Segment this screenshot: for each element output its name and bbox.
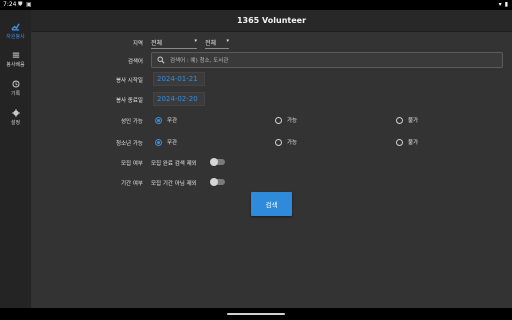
status-time: 7:24 xyxy=(3,1,17,8)
period-toggle[interactable] xyxy=(210,177,225,186)
start-date-label: 봉사 시작일 xyxy=(115,78,143,84)
search-button[interactable]: 검색 xyxy=(251,192,292,216)
nav-item-label: 설정 xyxy=(10,120,21,126)
end-date-label: 봉사 종료일 xyxy=(115,98,143,104)
nav-item-volunteer[interactable]: 자원봉사 xyxy=(0,22,31,40)
youth-radio-possible[interactable]: 가능 xyxy=(275,138,297,146)
nav-item-label: 봉사배움 xyxy=(6,62,25,68)
radio-indicator xyxy=(275,138,282,146)
nav-item-settings[interactable]: 설정 xyxy=(0,109,31,126)
radio-indicator xyxy=(155,138,162,146)
radio-label: 무관 xyxy=(167,140,178,146)
adult-radio-possible[interactable]: 가능 xyxy=(275,116,297,124)
end-date-field[interactable]: 2024-02-20 xyxy=(153,92,205,106)
radio-label: 불가 xyxy=(408,140,419,146)
home-handle[interactable] xyxy=(227,313,285,315)
search-form: 지역 전체 ▾ 전체 ▾ 검색어 봉사 시작일 2024-01-21 봉사 종료… xyxy=(31,32,512,308)
chevron-down-icon: ▾ xyxy=(194,38,197,44)
radio-label: 무관 xyxy=(167,118,178,124)
chevron-down-icon: ▾ xyxy=(226,38,229,44)
volunteer-icon xyxy=(11,23,20,31)
start-date-field[interactable]: 2024-01-21 xyxy=(153,72,205,86)
toggle-knob xyxy=(210,177,218,186)
keyword-label: 검색어 xyxy=(127,59,143,65)
radio-label: 불가 xyxy=(408,118,419,124)
shield-icon: ⛊ xyxy=(18,1,23,8)
recruit-status-label: 모집 여부 xyxy=(121,161,143,167)
nav-item-label: 자원봉사 xyxy=(6,34,25,40)
adult-allowed-label: 성인 가능 xyxy=(121,119,143,125)
radio-indicator xyxy=(275,116,282,124)
region-label: 지역 xyxy=(132,41,143,47)
recruit-toggle[interactable] xyxy=(210,157,225,166)
search-icon xyxy=(157,56,165,64)
sidebar: 자원봉사 봉사배움 기록 설정 xyxy=(0,10,31,308)
keyword-input[interactable] xyxy=(170,55,490,66)
system-nav-bar xyxy=(0,308,512,320)
gear-icon xyxy=(11,109,20,117)
region-select-secondary[interactable]: 전체 ▾ xyxy=(205,38,229,49)
app-title: 1365 Volunteer xyxy=(236,16,307,25)
radio-indicator xyxy=(155,116,162,124)
period-toggle-text: 모집 기간 아님 제외 xyxy=(151,181,197,187)
nav-item-history[interactable]: 기록 xyxy=(0,80,31,97)
status-icons: ▾ ▮ xyxy=(499,1,508,8)
radio-label: 가능 xyxy=(287,118,298,124)
radio-indicator xyxy=(396,116,403,124)
notification-icon: ▣ xyxy=(26,1,32,8)
recruit-toggle-text: 모집 완료 검색 제외 xyxy=(151,161,197,167)
period-status-label: 기간 여부 xyxy=(121,181,143,187)
region-select-value: 전체 xyxy=(151,40,163,47)
nav-item-label: 기록 xyxy=(10,91,21,97)
wifi-icon: ▾ xyxy=(498,1,502,8)
adult-radio-not-allowed[interactable]: 불가 xyxy=(396,116,418,124)
adult-radio-any[interactable]: 무관 xyxy=(155,116,177,124)
list-icon xyxy=(12,52,19,58)
keyword-search-box[interactable] xyxy=(151,52,503,68)
youth-allowed-label: 청소년 가능 xyxy=(115,141,143,147)
region-select-primary[interactable]: 전체 ▾ xyxy=(151,38,197,49)
toggle-knob xyxy=(210,157,218,166)
nav-item-learning[interactable]: 봉사배움 xyxy=(0,51,31,68)
battery-icon: ▮ xyxy=(504,1,508,8)
region-select-value: 전체 xyxy=(205,40,217,47)
youth-radio-any[interactable]: 무관 xyxy=(155,138,177,146)
radio-label: 가능 xyxy=(287,140,298,146)
youth-radio-not-allowed[interactable]: 불가 xyxy=(396,138,418,146)
history-icon xyxy=(11,80,20,88)
status-bar: 7:24 ⛊ ▣ ▾ ▮ xyxy=(0,0,512,10)
radio-indicator xyxy=(396,138,403,146)
app-bar: 1365 Volunteer xyxy=(31,10,512,32)
